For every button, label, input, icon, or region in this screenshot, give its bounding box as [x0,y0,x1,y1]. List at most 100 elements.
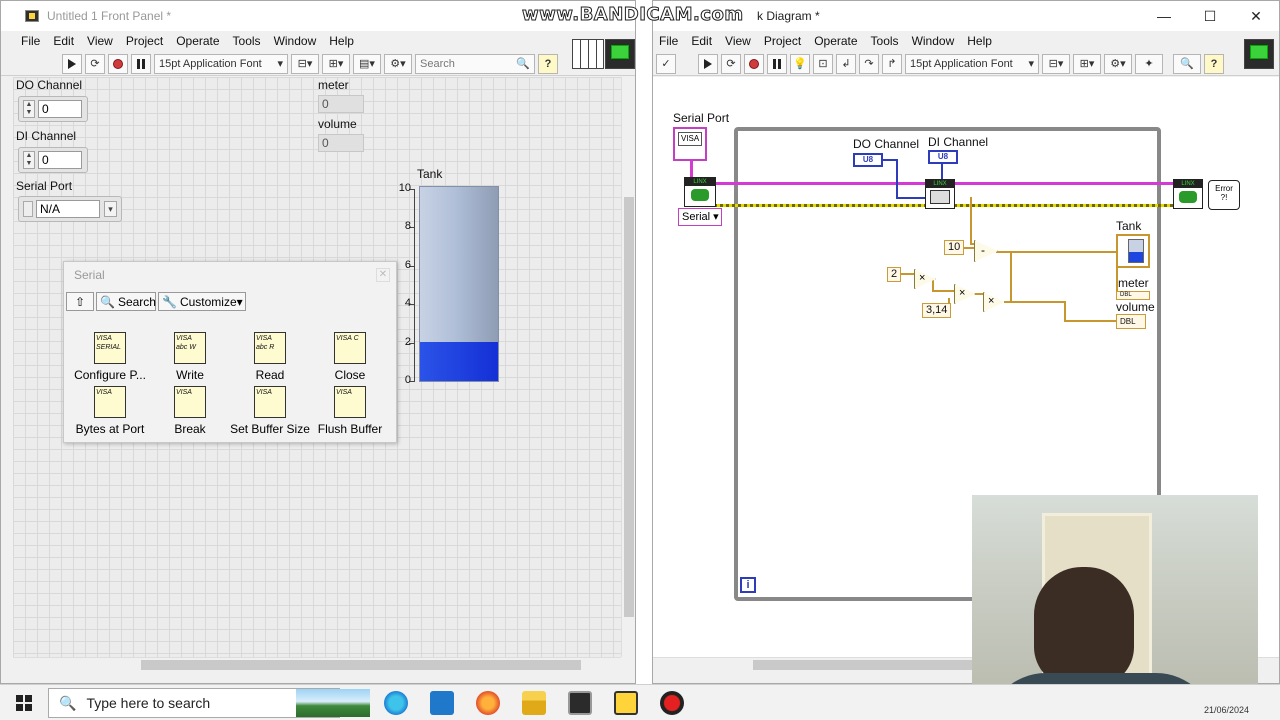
bd-serial-enum[interactable]: Serial ▾ [678,208,722,226]
edit-mode-button[interactable]: ✓ [656,53,676,74]
linx-close-vi[interactable]: LINX [1173,179,1203,209]
menu-file[interactable]: File [659,34,678,48]
bd-do-channel-terminal[interactable]: U8 [853,153,883,167]
mail-app-icon[interactable] [430,691,454,715]
distribute-objects-button[interactable]: ⊞▾ [1073,53,1101,74]
volume-wire-down[interactable] [1064,301,1066,322]
serial-palette[interactable]: Serial ✕ ⇧ 🔍 Search 🔧 Customize▾ VISA SERI… [63,261,397,443]
step-out-button[interactable]: ↱ [882,53,902,74]
resize-objects-button[interactable]: ▤▾ [353,53,381,74]
palette-search-button[interactable]: 🔍 Search [96,292,156,311]
reorder-button[interactable]: ⚙▾ [1104,53,1132,74]
bandicam-record-icon[interactable] [660,691,684,715]
serial-port-value[interactable]: N/A [36,200,100,218]
bd-di-channel-terminal[interactable]: U8 [928,150,958,164]
palette-close-button[interactable]: ✕ [376,268,390,282]
menu-window[interactable]: Window [274,34,317,48]
pause-button[interactable] [131,53,151,74]
subtract-to-multiply-wire[interactable] [1010,251,1012,301]
search-button[interactable]: 🔍 [1173,53,1201,74]
menu-window[interactable]: Window [912,34,955,48]
linx-open-vi[interactable]: LINX [684,177,716,207]
palette-item[interactable]: VISA Set Buffer Size [228,386,312,436]
step-over-button[interactable]: ↷ [859,53,879,74]
palette-item[interactable]: VISA Flush Buffer [308,386,392,436]
menu-project[interactable]: Project [126,34,163,48]
align-objects-button[interactable]: ⊟▾ [1042,53,1070,74]
run-continuously-button[interactable]: ⟳ [721,53,741,74]
step-into-button[interactable]: ↲ [836,53,856,74]
loop-iteration-terminal[interactable]: i [740,577,756,593]
menu-tools[interactable]: Tools [871,34,899,48]
bd-meter-terminal[interactable]: DBL [1116,291,1150,300]
palette-item[interactable]: VISA abc W Write [148,332,232,382]
subtract-output-wire[interactable] [996,251,1118,253]
serial-port-control[interactable]: N/A ▾ [18,196,122,222]
do-channel-control[interactable]: ▲ ▼ 0 [18,96,88,122]
vertical-scroll-thumb[interactable] [624,197,634,617]
menu-help[interactable]: Help [329,34,354,48]
context-help-button[interactable]: ? [1204,53,1224,74]
two-constant-wire[interactable] [901,273,915,275]
horizontal-scroll-thumb[interactable] [141,660,581,670]
vi-icon[interactable] [1244,39,1274,69]
abort-button[interactable] [744,53,764,74]
two-constant[interactable]: 2 [887,267,902,282]
align-objects-button[interactable]: ⊟▾ [291,53,319,74]
menu-view[interactable]: View [725,34,751,48]
palette-item[interactable]: VISA Break [148,386,232,436]
bd-volume-terminal[interactable]: DBL [1116,314,1146,329]
di-channel-spinner[interactable]: ▲ ▼ [23,151,35,169]
menu-operate[interactable]: Operate [814,34,857,48]
di-channel-control[interactable]: ▲ ▼ 0 [18,147,88,173]
volume-multiply-output-wire[interactable] [1004,301,1066,303]
menu-project[interactable]: Project [764,34,801,48]
edge-app-icon[interactable] [384,691,408,715]
palette-item[interactable]: VISA C Close [308,332,392,382]
two-multiply-to-next-wire[interactable] [932,290,954,292]
run-button[interactable] [698,53,718,74]
menu-file[interactable]: File [21,34,40,48]
retain-wire-values-button[interactable]: ⊡ [813,53,833,74]
menu-edit[interactable]: Edit [691,34,712,48]
do-channel-wire-in[interactable] [896,197,926,199]
toolbar-search[interactable]: Search 🔍 [415,53,535,74]
vi-icon[interactable] [605,39,635,69]
numeric-output-wire-down[interactable] [970,197,972,243]
minimize-button[interactable]: — [1141,1,1187,31]
clean-up-diagram-button[interactable]: ✦ [1135,53,1163,74]
menu-tools[interactable]: Tools [233,34,261,48]
palette-item[interactable]: VISA SERIAL Configure P... [68,332,152,382]
run-continuously-button[interactable]: ⟳ [85,53,105,74]
highlight-execution-button[interactable]: 💡 [790,53,810,74]
labview-vi-taskbar-icon[interactable] [614,691,638,715]
simple-error-handler-vi[interactable]: Error?! [1208,180,1240,210]
palette-item[interactable]: VISA Bytes at Port [68,386,152,436]
maximize-button[interactable]: ☐ [1187,1,1233,31]
labview-taskbar-icon[interactable] [568,691,592,715]
block-diagram-titlebar[interactable]: k Diagram * — ☐ ✕ [653,1,1279,31]
palette-item[interactable]: VISA abc R Read [228,332,312,382]
ten-constant[interactable]: 10 [944,240,965,255]
font-select[interactable]: 15pt Application Font ▾ [154,53,288,74]
abort-button[interactable] [108,53,128,74]
menu-help[interactable]: Help [967,34,992,48]
menu-view[interactable]: View [87,34,113,48]
palette-up-button[interactable]: ⇧ [66,292,94,311]
volume-wire-in[interactable] [1064,320,1118,322]
connector-pane-icon[interactable] [572,39,604,69]
context-help-button[interactable]: ? [538,53,558,74]
di-channel-value[interactable]: 0 [38,151,82,169]
front-panel-vertical-scrollbar[interactable] [621,77,635,657]
start-button[interactable] [16,695,32,711]
firefox-app-icon[interactable] [476,691,500,715]
close-button[interactable]: ✕ [1233,1,1279,31]
font-select[interactable]: 15pt Application Font ▾ [905,53,1039,74]
reorder-button[interactable]: ⚙▾ [384,53,412,74]
pi-constant[interactable]: 3,14 [922,303,952,318]
distribute-objects-button[interactable]: ⊞▾ [322,53,350,74]
do-channel-value[interactable]: 0 [38,100,82,118]
bd-tank-terminal[interactable] [1116,234,1150,268]
run-button[interactable] [62,53,82,74]
menu-operate[interactable]: Operate [176,34,219,48]
